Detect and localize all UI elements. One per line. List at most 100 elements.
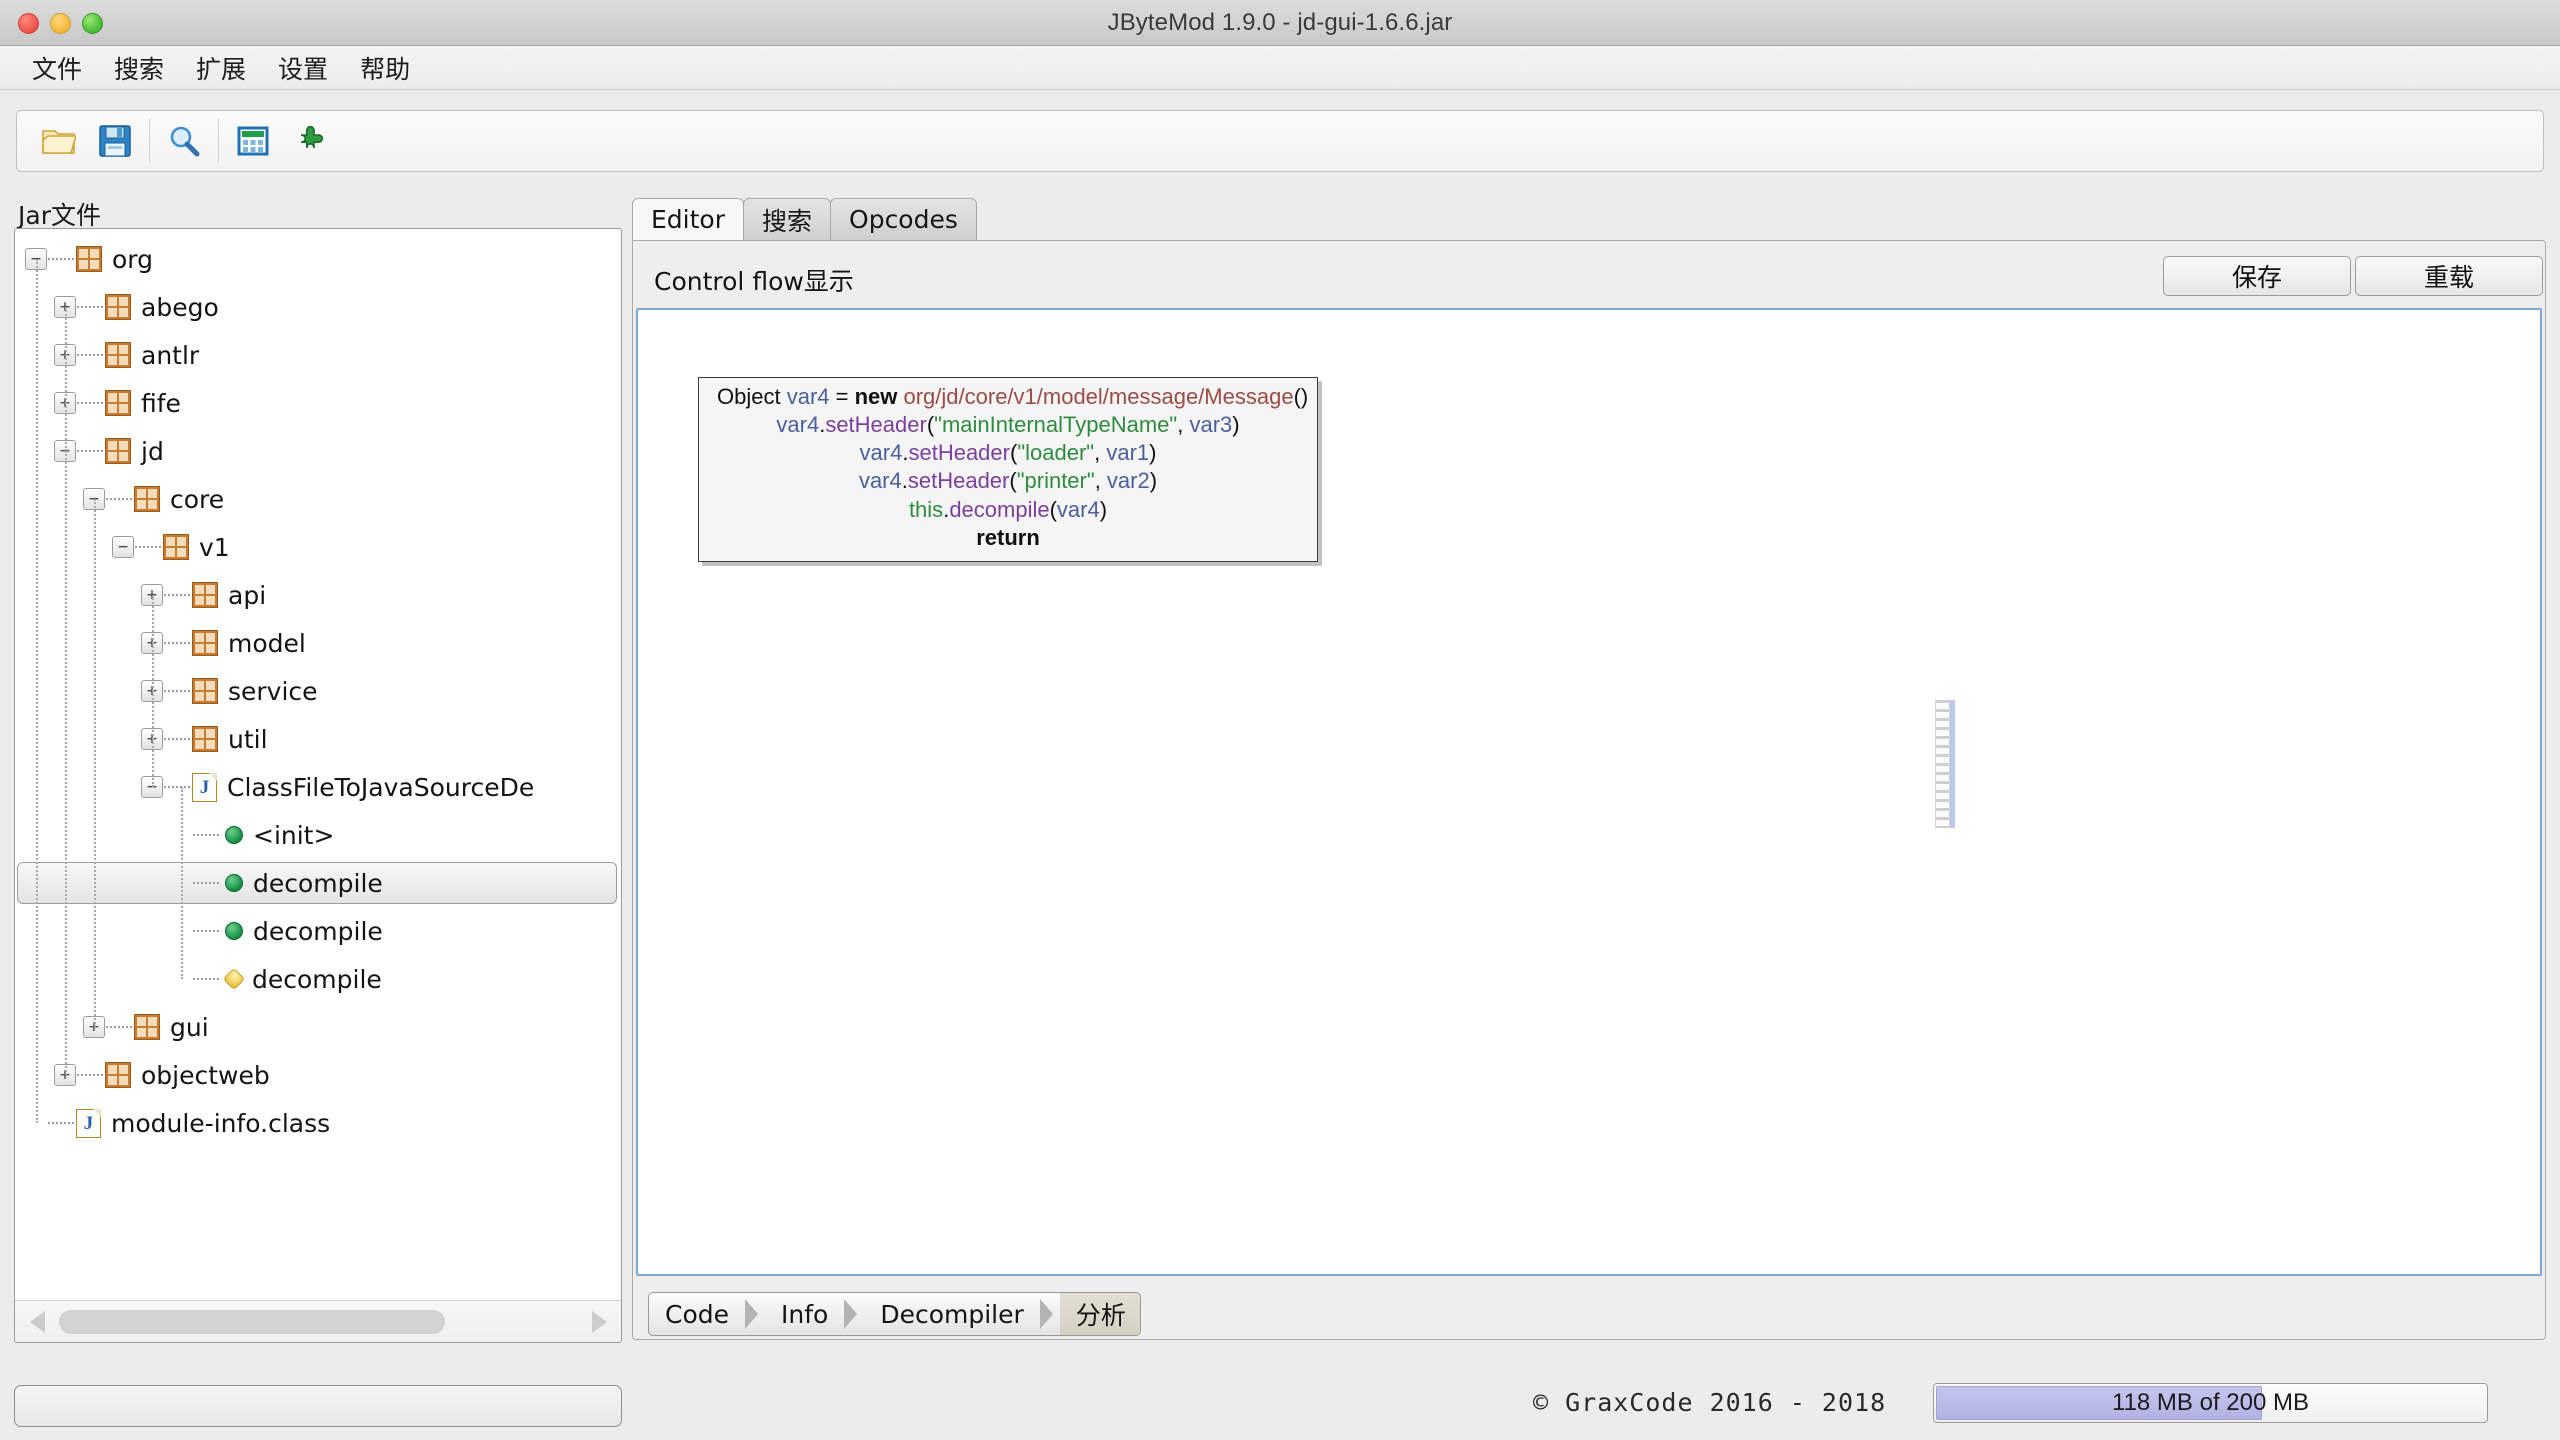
jar-tree-scroll-area[interactable]: −org+abego+antlr+fife−jd−core−v1+api+mod… xyxy=(15,229,621,1300)
tab-search[interactable]: 搜索 xyxy=(743,198,831,240)
scrollbar-thumb[interactable] xyxy=(59,1310,445,1334)
package-icon xyxy=(192,726,218,752)
tree-connector xyxy=(193,978,219,980)
code-token: var4 xyxy=(787,384,830,409)
code-token: ) xyxy=(1149,440,1156,465)
tree-horizontal-scrollbar[interactable] xyxy=(15,1300,621,1342)
package-icon xyxy=(134,486,160,512)
tree-node[interactable]: +abego xyxy=(15,283,621,331)
method-public-icon xyxy=(221,874,243,892)
tree-node-label: api xyxy=(228,581,266,610)
tree-node[interactable]: +util xyxy=(15,715,621,763)
code-token: "loader" xyxy=(1017,440,1094,465)
constant-pool-button[interactable] xyxy=(225,115,281,167)
tree-node[interactable]: −v1 xyxy=(15,523,621,571)
control-flow-canvas[interactable]: Object var4 = new org/jd/core/v1/model/m… xyxy=(636,308,2542,1276)
open-file-button[interactable] xyxy=(31,115,87,167)
menu-settings[interactable]: 设置 xyxy=(262,47,344,89)
tree-node[interactable]: +service xyxy=(15,667,621,715)
code-token: ( xyxy=(1050,497,1057,522)
tree-node[interactable]: <init> xyxy=(15,811,621,859)
tree-node[interactable]: +antlr xyxy=(15,331,621,379)
code-token: decompile xyxy=(949,497,1049,522)
tree-vertical-scrollbar[interactable] xyxy=(1935,700,1955,828)
tree-node-label: module-info.class xyxy=(111,1109,330,1138)
code-token: , xyxy=(1177,412,1189,437)
code-token: , xyxy=(1095,468,1107,493)
tree-connector xyxy=(193,834,219,836)
scroll-left-button[interactable] xyxy=(15,1301,59,1343)
control-flow-block[interactable]: Object var4 = new org/jd/core/v1/model/m… xyxy=(698,377,1318,562)
tree-node-label: jd xyxy=(141,437,164,466)
jar-tree: −org+abego+antlr+fife−jd−core−v1+api+mod… xyxy=(15,229,621,1147)
code-token: var4 xyxy=(859,468,902,493)
menu-extensions[interactable]: 扩展 xyxy=(180,47,262,89)
tree-connector xyxy=(164,690,190,692)
toolbar xyxy=(16,110,2544,172)
reload-button[interactable]: 重载 xyxy=(2355,256,2543,296)
code-token: setHeader xyxy=(908,440,1010,465)
memory-progress-bar[interactable]: 118 MB of 200 MB xyxy=(1933,1383,2488,1423)
collapse-icon[interactable]: − xyxy=(112,536,134,558)
tree-node[interactable]: Jmodule-info.class xyxy=(15,1099,621,1147)
tab-opcodes[interactable]: Opcodes xyxy=(830,198,977,240)
tree-node[interactable]: +api xyxy=(15,571,621,619)
tree-node[interactable]: −core xyxy=(15,475,621,523)
package-icon xyxy=(163,534,189,560)
tab-editor[interactable]: Editor xyxy=(632,198,744,240)
code-token: ) xyxy=(1150,468,1157,493)
code-token: var3 xyxy=(1189,412,1232,437)
search-button[interactable] xyxy=(156,115,212,167)
status-text-field[interactable] xyxy=(14,1385,622,1427)
code-token: var4 xyxy=(776,412,819,437)
zoom-button[interactable] xyxy=(82,13,103,34)
tree-node-label: gui xyxy=(170,1013,209,1042)
menu-file[interactable]: 文件 xyxy=(16,47,98,89)
tree-node[interactable]: +gui xyxy=(15,1003,621,1051)
tree-guide-line xyxy=(65,307,67,451)
tree-node[interactable]: −JClassFileToJavaSourceDe xyxy=(15,763,621,811)
tree-connector xyxy=(164,594,190,596)
minimize-button[interactable] xyxy=(50,13,71,34)
menu-help[interactable]: 帮助 xyxy=(344,47,426,89)
open-folder-icon xyxy=(42,126,76,156)
code-token: org/jd/core/v1/model/message/Message xyxy=(897,384,1293,409)
tree-connector xyxy=(164,642,190,644)
tree-node-label: model xyxy=(228,629,306,658)
sidebar-title: Jar文件 xyxy=(18,196,101,232)
code-line: var4.setHeader("mainInternalTypeName", v… xyxy=(707,411,1309,439)
scroll-right-button[interactable] xyxy=(577,1301,621,1343)
code-token: Object xyxy=(717,384,787,409)
tree-node[interactable]: −org xyxy=(15,235,621,283)
crumb-analysis[interactable]: 分析 xyxy=(1060,1293,1140,1335)
window-controls[interactable] xyxy=(18,0,103,46)
tree-node-label: <init> xyxy=(253,821,334,850)
crumb-info[interactable]: Info xyxy=(765,1293,842,1335)
tree-node[interactable]: decompile xyxy=(15,907,621,955)
menu-search[interactable]: 搜索 xyxy=(98,47,180,89)
tree-node[interactable]: +model xyxy=(15,619,621,667)
package-icon xyxy=(192,582,218,608)
tree-guide-line xyxy=(94,499,96,1027)
crumb-code[interactable]: Code xyxy=(649,1293,743,1335)
tree-node[interactable]: +objectweb xyxy=(15,1051,621,1099)
package-icon xyxy=(105,294,131,320)
code-token: this xyxy=(909,497,943,522)
tree-node[interactable]: +fife xyxy=(15,379,621,427)
code-line: var4.setHeader("printer", var2) xyxy=(707,467,1309,495)
crumb-decompiler[interactable]: Decompiler xyxy=(864,1293,1037,1335)
save-button[interactable]: 保存 xyxy=(2163,256,2351,296)
save-file-button[interactable] xyxy=(87,115,143,167)
close-button[interactable] xyxy=(18,13,39,34)
tree-node[interactable]: −jd xyxy=(15,427,621,475)
tree-node-label: abego xyxy=(141,293,219,322)
tree-node[interactable]: decompile xyxy=(15,859,621,907)
tree-node-label: org xyxy=(112,245,153,274)
plugins-button[interactable] xyxy=(281,115,337,167)
editor-tabstrip: Editor 搜索 Opcodes xyxy=(632,198,976,240)
copyright-text: © GraxCode 2016 - 2018 xyxy=(1533,1388,1886,1417)
tree-connector xyxy=(106,498,132,500)
tree-connector xyxy=(77,354,103,356)
tree-connector xyxy=(77,306,103,308)
tree-node[interactable]: decompile xyxy=(15,955,621,1003)
